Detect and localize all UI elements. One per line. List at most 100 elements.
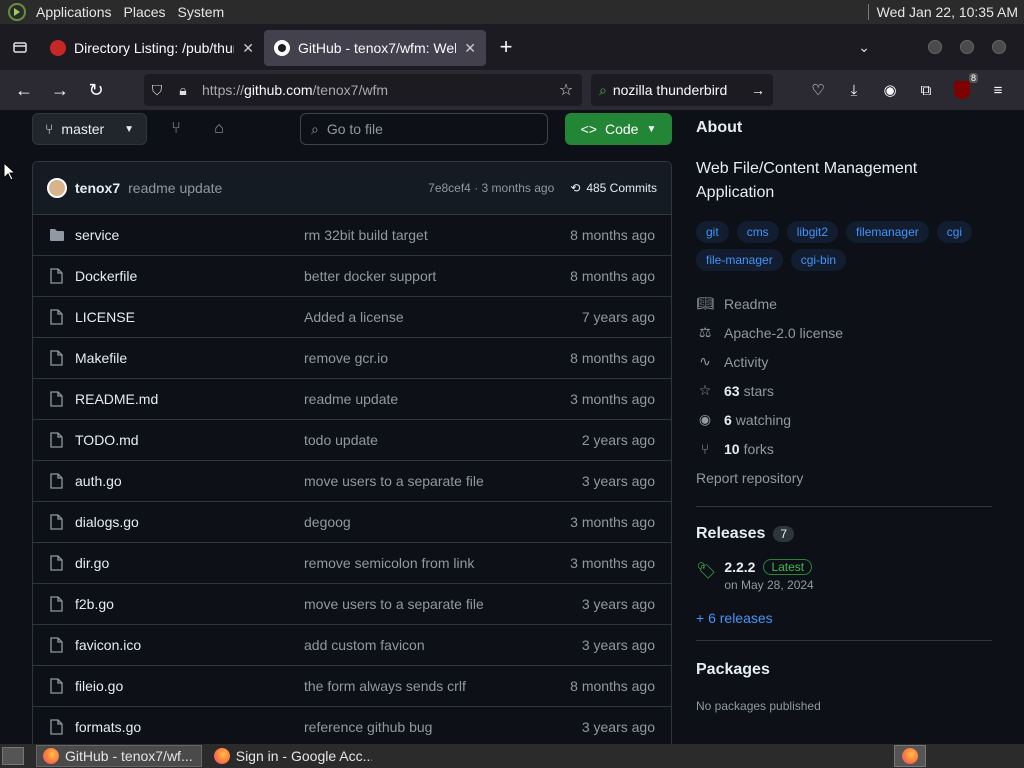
workspace-switcher[interactable] <box>894 745 926 767</box>
forward-icon[interactable]: → <box>42 74 78 106</box>
extensions-icon[interactable]: ⧉ <box>912 74 940 106</box>
branch-selector-button[interactable]: ⑂ master ▼ <box>32 113 147 145</box>
file-name[interactable]: formats.go <box>75 719 304 735</box>
go-arrow-icon[interactable]: → <box>751 82 765 98</box>
latest-release[interactable]: 🏷︎ 2.2.2 Latest on May 28, 2024 <box>696 559 992 592</box>
topic-tag[interactable]: file-manager <box>696 249 783 271</box>
topic-tag[interactable]: cms <box>736 221 779 243</box>
search-query[interactable]: nozilla thunderbird <box>613 82 745 98</box>
file-row[interactable]: README.md readme update 3 months ago <box>33 379 671 420</box>
file-name[interactable]: Dockerfile <box>75 268 304 284</box>
file-row[interactable]: TODO.md todo update 2 years ago <box>33 420 671 461</box>
readme-link[interactable]: 📖︎ Readme <box>696 289 992 318</box>
bookmark-star-icon[interactable]: ☆ <box>550 80 582 100</box>
file-name[interactable]: service <box>75 227 304 243</box>
file-commit-message[interactable]: remove gcr.io <box>304 350 531 366</box>
file-name[interactable]: README.md <box>75 391 304 407</box>
commits-link[interactable]: ⟲ 485 Commits <box>570 181 657 195</box>
file-row[interactable]: LICENSE Added a license 7 years ago <box>33 297 671 338</box>
show-desktop-button[interactable] <box>2 747 24 765</box>
file-row[interactable]: f2b.go move users to a separate file 3 yea… <box>33 584 671 625</box>
file-name[interactable]: TODO.md <box>75 432 304 448</box>
file-name[interactable]: dialogs.go <box>75 514 304 530</box>
file-name[interactable]: f2b.go <box>75 596 304 612</box>
back-icon[interactable]: ← <box>6 74 42 106</box>
new-tab-icon[interactable]: + <box>486 34 526 60</box>
file-row[interactable]: fileio.go the form always sends crlf 8 mon… <box>33 666 671 707</box>
taskbar-item-google-signin[interactable]: Sign in - Google Acc... <box>208 745 378 767</box>
file-row[interactable]: Dockerfile better docker support 8 months … <box>33 256 671 297</box>
taskbar-item-github[interactable]: GitHub - tenox7/wf... <box>36 745 202 767</box>
search-box[interactable]: ⌕ nozilla thunderbird → <box>591 74 773 106</box>
distro-logo-icon[interactable] <box>8 3 26 21</box>
file-row[interactable]: formats.go reference github bug 3 years ag… <box>33 707 671 744</box>
maximize-button[interactable] <box>960 40 974 54</box>
file-row[interactable]: dialogs.go degoog 3 months ago <box>33 502 671 543</box>
license-link[interactable]: ⚖ Apache-2.0 license <box>696 318 992 347</box>
url-text[interactable]: https://github.com/tenox7/wfm <box>202 82 550 98</box>
menu-places[interactable]: Places <box>118 4 172 20</box>
branches-icon[interactable]: ⑂ <box>160 113 192 145</box>
clock[interactable]: Wed Jan 22, 10:35 AM <box>877 4 1018 20</box>
shield-icon[interactable]: ⛉ <box>144 82 170 99</box>
code-button[interactable]: <> Code ▼ <box>565 113 672 145</box>
file-commit-message[interactable]: better docker support <box>304 268 531 284</box>
file-row[interactable]: service rm 32bit build target 8 months ago <box>33 215 671 256</box>
file-commit-message[interactable]: move users to a separate file <box>304 596 531 612</box>
file-row[interactable]: auth.go move users to a separate file 3 ye… <box>33 461 671 502</box>
go-to-file-input[interactable]: ⌕ Go to file <box>300 113 548 145</box>
activity-link[interactable]: ∿ Activity <box>696 347 992 376</box>
topic-tag[interactable]: filemanager <box>846 221 929 243</box>
more-releases-link[interactable]: + 6 releases <box>696 610 992 626</box>
menu-hamburger-icon[interactable]: ≡ <box>984 74 1012 106</box>
file-name[interactable]: LICENSE <box>75 309 304 325</box>
commit-age[interactable]: 3 months ago <box>482 181 555 195</box>
minimize-button[interactable] <box>928 40 942 54</box>
ublock-icon[interactable]: 8 <box>948 73 978 106</box>
report-repository-link[interactable]: Report repository <box>696 463 992 492</box>
downloads-icon[interactable]: ⤓ <box>840 74 868 106</box>
commit-message[interactable]: readme update <box>128 180 222 196</box>
commit-author[interactable]: tenox7 <box>75 180 120 196</box>
file-commit-message[interactable]: Added a license <box>304 309 531 325</box>
topic-tag[interactable]: cgi-bin <box>790 249 847 271</box>
file-commit-message[interactable]: reference github bug <box>304 719 531 735</box>
close-tab-icon[interactable]: ✕ <box>242 40 254 57</box>
file-row[interactable]: favicon.ico add custom favicon 3 years ago <box>33 625 671 666</box>
releases-heading[interactable]: Releases 7 <box>696 525 992 543</box>
file-commit-message[interactable]: readme update <box>304 391 531 407</box>
tags-icon[interactable]: ⌂ <box>203 113 235 145</box>
packages-heading[interactable]: Packages <box>696 661 992 679</box>
file-row[interactable]: dir.go remove semicolon from link 3 months… <box>33 543 671 584</box>
file-name[interactable]: dir.go <box>75 555 304 571</box>
menu-applications[interactable]: Applications <box>30 4 118 20</box>
close-window-button[interactable] <box>992 40 1006 54</box>
file-commit-message[interactable]: add custom favicon <box>304 637 531 653</box>
avatar[interactable] <box>47 178 67 198</box>
url-bar[interactable]: ⛉ 🔒︎ https://github.com/tenox7/wfm ☆ <box>144 74 582 106</box>
file-name[interactable]: auth.go <box>75 473 304 489</box>
file-name[interactable]: Makefile <box>75 350 304 366</box>
topic-tag[interactable]: libgit2 <box>786 221 839 243</box>
topic-tag[interactable]: cgi <box>936 221 973 243</box>
file-commit-message[interactable]: todo update <box>304 432 531 448</box>
watching-link[interactable]: ◉ 6 watching <box>696 405 992 434</box>
file-commit-message[interactable]: rm 32bit build target <box>304 227 531 243</box>
file-commit-message[interactable]: move users to a separate file <box>304 473 531 489</box>
menu-system[interactable]: System <box>172 4 231 20</box>
stars-link[interactable]: ☆ 63 stars <box>696 376 992 405</box>
file-commit-message[interactable]: degoog <box>304 514 531 530</box>
file-name[interactable]: fileio.go <box>75 678 304 694</box>
file-commit-message[interactable]: remove semicolon from link <box>304 555 531 571</box>
tab-directory-listing[interactable]: Directory Listing: /pub/thun ✕ <box>40 30 264 66</box>
account-icon[interactable]: ◉ <box>876 74 904 106</box>
close-tab-icon[interactable]: ✕ <box>464 40 476 57</box>
lock-icon[interactable]: 🔒︎ <box>170 82 196 99</box>
file-commit-message[interactable]: the form always sends crlf <box>304 678 531 694</box>
pocket-icon[interactable]: ♡ <box>804 74 832 106</box>
file-row[interactable]: Makefile remove gcr.io 8 months ago <box>33 338 671 379</box>
file-name[interactable]: favicon.ico <box>75 637 304 653</box>
commit-hash[interactable]: 7e8cef4 <box>428 181 471 195</box>
chevron-down-icon[interactable]: ⌄ <box>858 39 870 56</box>
tab-github[interactable]: GitHub - tenox7/wfm: Web ✕ <box>264 30 486 66</box>
